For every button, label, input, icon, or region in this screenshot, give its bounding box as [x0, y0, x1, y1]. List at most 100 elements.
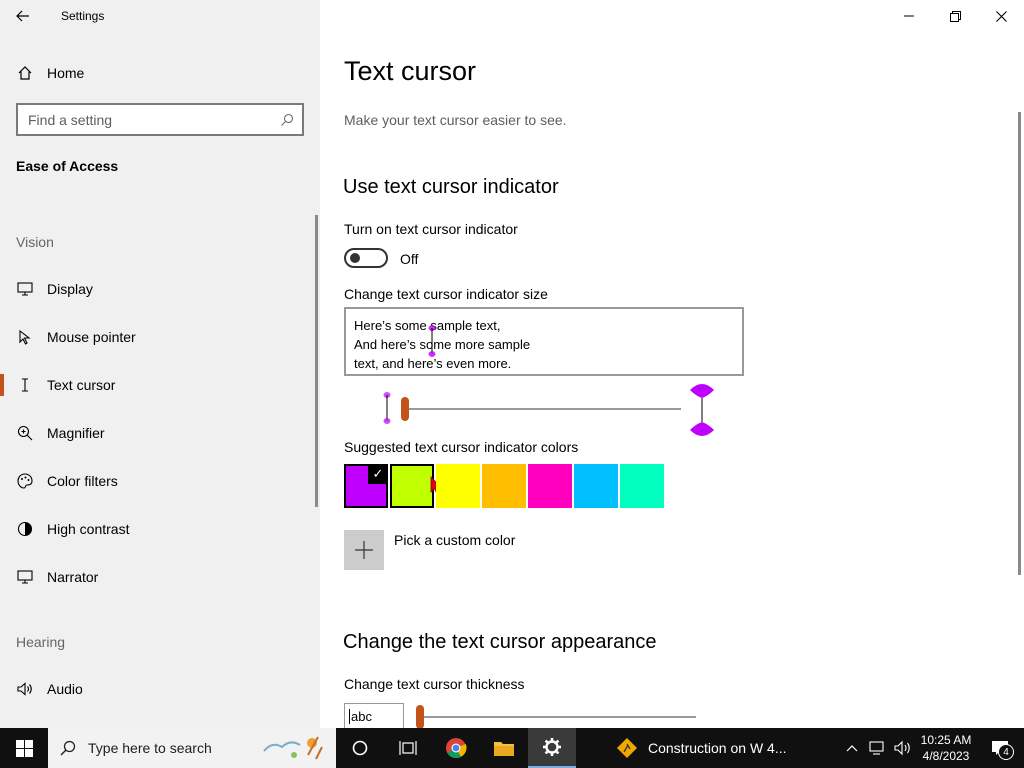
notification-count-badge: 4 [998, 744, 1014, 760]
close-button[interactable] [978, 0, 1024, 32]
sidebar-item-label: Audio [47, 681, 83, 697]
sidebar-item-display[interactable]: Display [0, 269, 316, 309]
large-indicator-icon [690, 384, 714, 436]
display-icon [16, 282, 34, 296]
chrome-taskbar-button[interactable] [432, 728, 480, 768]
mouse-pointer-icon [16, 329, 34, 345]
windows-logo-icon [15, 739, 33, 757]
taskbar-search-box[interactable]: Type here to search [48, 728, 336, 768]
toggle-state-text: Off [400, 251, 419, 267]
color-swatch[interactable]: ✓ [344, 464, 388, 508]
sidebar-item-narrator[interactable]: Narrator [0, 557, 316, 597]
cortana-icon [352, 740, 368, 756]
action-center-button[interactable]: 4 [976, 728, 1024, 768]
minimize-button[interactable] [886, 0, 932, 32]
system-tray: 10:25 AM 4/8/2023 4 [846, 728, 1024, 768]
find-setting-search[interactable] [16, 103, 304, 136]
settings-taskbar-button[interactable] [528, 728, 576, 768]
construction-warning-icon [617, 738, 637, 758]
section-title: Ease of Access [16, 158, 119, 174]
sidebar-item-audio[interactable]: Audio [0, 669, 316, 709]
add-custom-color-button[interactable] [344, 530, 384, 570]
plus-icon [355, 541, 373, 559]
color-swatch[interactable] [390, 464, 442, 508]
color-swatch-row: ✓ [344, 464, 666, 508]
folder-icon [494, 742, 514, 756]
search-icon [60, 740, 76, 756]
search-input[interactable] [28, 111, 280, 128]
color-swatch[interactable] [528, 464, 572, 508]
small-indicator-icon [383, 392, 391, 424]
file-explorer-taskbar-button[interactable] [480, 728, 528, 768]
thickness-slider-track[interactable] [420, 716, 696, 718]
back-button[interactable] [0, 0, 46, 32]
color-swatch[interactable] [620, 464, 664, 508]
main-content: Text cursor Make your text cursor easier… [320, 0, 1024, 728]
indicator-size-slider-track[interactable] [406, 408, 681, 410]
sidebar-item-label: Text cursor [47, 377, 116, 393]
volume-icon[interactable] [894, 740, 912, 756]
thickness-preview: abc [344, 703, 404, 728]
thickness-preview-text: abc [349, 709, 372, 724]
color-swatch[interactable] [574, 464, 618, 508]
preview-line: And here’s some more sample [354, 337, 531, 352]
restore-icon [949, 10, 961, 22]
back-arrow-icon [16, 10, 29, 22]
restore-button[interactable] [932, 0, 978, 32]
color-filters-icon [16, 473, 34, 489]
thickness-slider-thumb[interactable] [416, 705, 424, 728]
preview-line: Here’s some sample text, [354, 318, 501, 333]
sidebar-item-text-cursor[interactable]: Text cursor [0, 365, 316, 405]
cortana-button[interactable] [336, 728, 384, 768]
sidebar-scrollbar[interactable] [315, 215, 318, 507]
task-view-button[interactable] [384, 728, 432, 768]
chevron-up-icon[interactable] [846, 744, 858, 752]
indicator-size-slider-thumb[interactable] [401, 397, 409, 421]
clock-time: 10:25 AM [920, 733, 972, 747]
audio-icon [16, 682, 34, 696]
sample-text-preview: Here’s some sample text, And here’s some… [344, 307, 744, 376]
preview-line: text, and here’s even more. [354, 356, 512, 371]
system-clock[interactable]: 10:25 AM 4/8/2023 [916, 732, 976, 764]
page-subtitle: Make your text cursor easier to see. [344, 112, 567, 128]
sidebar-item-mouse-pointer[interactable]: Mouse pointer [0, 317, 316, 357]
custom-color-label: Pick a custom color [394, 532, 516, 548]
sidebar-item-color-filters[interactable]: Color filters [0, 461, 316, 501]
sidebar-item-high-contrast[interactable]: High contrast [0, 509, 316, 549]
settings-sidebar: Settings Home Ease of Access Vision Disp… [0, 0, 320, 728]
close-icon [995, 10, 1007, 22]
color-swatch[interactable] [482, 464, 526, 508]
sidebar-item-label: Mouse pointer [47, 329, 136, 345]
sidebar-item-label: Home [47, 65, 85, 81]
sidebar-item-magnifier[interactable]: Magnifier [0, 413, 316, 453]
size-label: Change text cursor indicator size [344, 286, 548, 302]
home-icon [16, 65, 34, 81]
sidebar-item-home[interactable]: Home [0, 56, 320, 90]
gear-icon [543, 738, 561, 756]
task-view-icon [399, 741, 417, 755]
sidebar-item-label: Color filters [47, 473, 118, 489]
page-title: Text cursor [344, 56, 477, 86]
thickness-label: Change text cursor thickness [344, 676, 525, 692]
group-header-vision: Vision [16, 234, 54, 250]
main-scrollbar[interactable] [1018, 112, 1021, 575]
network-icon[interactable] [868, 740, 886, 756]
appearance-section-heading: Change the text cursor appearance [343, 631, 657, 653]
start-button[interactable] [0, 728, 48, 768]
minimize-icon [904, 15, 914, 17]
color-swatch[interactable] [436, 464, 480, 508]
cursor-indicator-toggle[interactable] [344, 248, 388, 268]
sidebar-item-label: Magnifier [47, 425, 105, 441]
search-icon [281, 113, 294, 126]
cursor-indicator-preview-icon [428, 325, 436, 357]
narrator-icon [16, 570, 34, 584]
taskbar-search-placeholder: Type here to search [88, 740, 212, 756]
text-cursor-icon [16, 378, 34, 392]
chrome-icon [446, 738, 467, 759]
toggle-label: Turn on text cursor indicator [344, 221, 518, 237]
high-contrast-icon [16, 521, 34, 537]
sidebar-item-label: High contrast [47, 521, 130, 537]
news-weather-widget[interactable]: Construction on W 4... [616, 728, 787, 768]
taskbar: Type here to search Construction on W 4.… [0, 728, 1024, 768]
sidebar-item-label: Display [47, 281, 93, 297]
